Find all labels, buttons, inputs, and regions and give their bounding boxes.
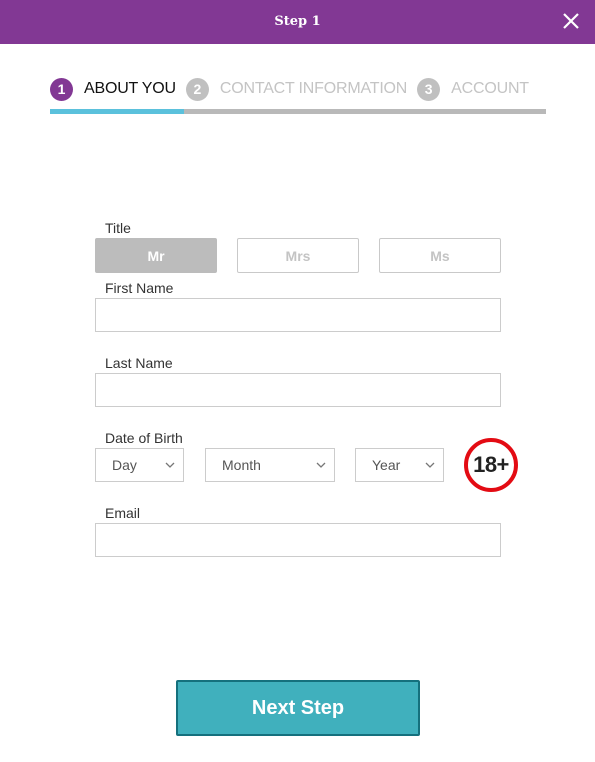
- chevron-down-icon: [425, 462, 435, 468]
- first-name-label: First Name: [105, 280, 174, 296]
- progress-bar: [50, 109, 546, 114]
- close-button[interactable]: [561, 11, 581, 31]
- step-number-badge: 1: [50, 77, 73, 101]
- age-restriction-badge: 18+: [464, 438, 518, 492]
- modal-title: Step 1: [274, 14, 321, 29]
- close-icon: [563, 13, 579, 29]
- step-label: CONTACT INFORMATION: [219, 80, 408, 97]
- step-label: ABOUT YOU: [84, 80, 176, 97]
- step-contact-information: 2 CONTACT INFORMATION: [185, 77, 408, 101]
- first-name-input[interactable]: [95, 298, 501, 332]
- step-account: 3 ACCOUNT: [417, 77, 529, 101]
- modal-header: Step 1: [0, 0, 595, 44]
- step-number-badge: 3: [417, 77, 441, 101]
- title-label: Title: [105, 220, 131, 236]
- year-select-value: Year: [372, 457, 401, 473]
- year-select[interactable]: Year: [355, 448, 444, 482]
- email-label: Email: [105, 505, 141, 521]
- next-step-button[interactable]: Next Step: [176, 680, 420, 736]
- step-about-you: 1 ABOUT YOU: [50, 77, 176, 101]
- title-option-mr[interactable]: Mr: [95, 238, 217, 273]
- chevron-down-icon: [316, 462, 326, 468]
- chevron-down-icon: [165, 462, 175, 468]
- step-indicator: 1 ABOUT YOU 2 CONTACT INFORMATION 3 ACCO…: [50, 77, 546, 101]
- title-option-ms[interactable]: Ms: [379, 238, 501, 273]
- step-number-badge: 2: [185, 77, 209, 101]
- title-option-mrs[interactable]: Mrs: [237, 238, 359, 273]
- date-of-birth-label: Date of Birth: [105, 430, 183, 446]
- step-label: ACCOUNT: [451, 80, 529, 97]
- month-select[interactable]: Month: [205, 448, 335, 482]
- day-select-value: Day: [112, 457, 137, 473]
- month-select-value: Month: [222, 457, 261, 473]
- last-name-label: Last Name: [105, 355, 173, 371]
- progress-fill: [50, 109, 184, 114]
- email-input[interactable]: [95, 523, 501, 557]
- day-select[interactable]: Day: [95, 448, 184, 482]
- last-name-input[interactable]: [95, 373, 501, 407]
